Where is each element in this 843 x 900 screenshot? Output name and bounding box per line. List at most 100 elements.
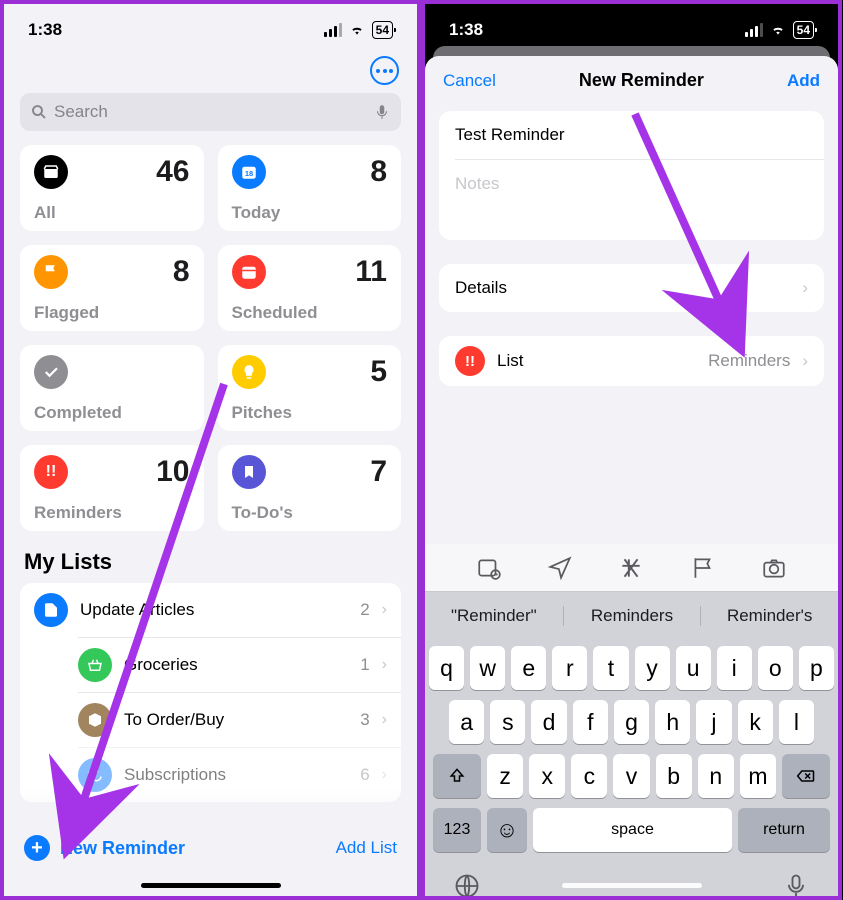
key-n[interactable]: n	[698, 754, 734, 798]
category-completed[interactable]: Completed	[20, 345, 204, 431]
keyboard: "Reminder" Reminders Reminder's q w e r …	[425, 544, 838, 896]
category-todos[interactable]: 7 To-Do's	[218, 445, 402, 531]
key-y[interactable]: y	[635, 646, 670, 690]
search-input[interactable]: Search	[20, 93, 401, 131]
key-e[interactable]: e	[511, 646, 546, 690]
my-lists-header: My Lists	[4, 531, 417, 583]
box-icon	[78, 703, 112, 737]
list-icon	[34, 593, 68, 627]
key-s[interactable]: s	[490, 700, 525, 744]
return-key[interactable]: return	[738, 808, 830, 852]
cell-signal-icon	[745, 23, 763, 37]
sheet-title: New Reminder	[579, 70, 704, 91]
battery-icon: 54	[793, 21, 814, 39]
key-x[interactable]: x	[529, 754, 565, 798]
key-k[interactable]: k	[738, 700, 773, 744]
location-icon[interactable]	[547, 555, 573, 581]
category-pitches[interactable]: 5 Pitches	[218, 345, 402, 431]
key-o[interactable]: o	[758, 646, 793, 690]
reminder-notes-input[interactable]: Notes	[439, 160, 824, 240]
globe-icon[interactable]	[453, 872, 481, 900]
key-u[interactable]: u	[676, 646, 711, 690]
key-w[interactable]: w	[470, 646, 505, 690]
svg-text:18: 18	[244, 169, 252, 178]
reminders-home-screen: 1:38 54 Search 46 All 188 Today 8 Flagge…	[0, 0, 421, 900]
cancel-button[interactable]: Cancel	[443, 71, 496, 91]
category-grid: 46 All 188 Today 8 Flagged 11 Scheduled …	[4, 145, 417, 531]
chevron-right-icon: ›	[382, 601, 387, 619]
key-t[interactable]: t	[593, 646, 628, 690]
quick-action-bar	[425, 544, 838, 592]
category-all[interactable]: 46 All	[20, 145, 204, 231]
search-placeholder: Search	[54, 102, 367, 122]
key-p[interactable]: p	[799, 646, 834, 690]
wifi-icon	[769, 23, 787, 37]
home-indicator[interactable]	[562, 883, 702, 888]
key-i[interactable]: i	[717, 646, 752, 690]
calendar-clock-icon[interactable]	[476, 555, 502, 581]
key-l[interactable]: l	[779, 700, 814, 744]
key-c[interactable]: c	[571, 754, 607, 798]
key-r[interactable]: r	[552, 646, 587, 690]
keyboard-row-1: q w e r t y u i o p	[429, 646, 834, 690]
new-reminder-sheet-screen: 1:38 54 Cancel New Reminder Add Test Rem…	[421, 0, 842, 900]
home-indicator[interactable]	[141, 883, 281, 888]
space-key[interactable]: space	[533, 808, 732, 852]
calendar-icon	[232, 255, 266, 289]
reminder-title-input[interactable]: Test Reminder	[439, 111, 824, 159]
shift-key[interactable]	[433, 754, 481, 798]
list-item[interactable]: Update Articles 2 ›	[20, 583, 401, 637]
category-today[interactable]: 188 Today	[218, 145, 402, 231]
basket-icon	[78, 648, 112, 682]
chevron-right-icon: ›	[382, 656, 387, 674]
key-q[interactable]: q	[429, 646, 464, 690]
key-m[interactable]: m	[740, 754, 776, 798]
list-select-row[interactable]: !! List Reminders ›	[439, 336, 824, 386]
keyboard-row-2: a s d f g h j k l	[429, 700, 834, 744]
category-flagged[interactable]: 8 Flagged	[20, 245, 204, 331]
cell-signal-icon	[324, 23, 342, 37]
list-item[interactable]: Subscriptions 6 ›	[78, 747, 401, 802]
category-reminders[interactable]: !!10 Reminders	[20, 445, 204, 531]
bookmark-icon	[232, 455, 266, 489]
more-options-button[interactable]	[370, 56, 399, 85]
suggestion[interactable]: "Reminder"	[425, 606, 563, 626]
add-list-button[interactable]: Add List	[336, 838, 397, 858]
add-button[interactable]: Add	[787, 71, 820, 91]
camera-icon[interactable]	[761, 555, 787, 581]
my-lists: Update Articles 2 › Groceries 1 › To Ord…	[20, 583, 401, 802]
calendar-today-icon: 18	[232, 155, 266, 189]
dictation-icon[interactable]	[782, 872, 810, 900]
list-item[interactable]: Groceries 1 ›	[78, 637, 401, 692]
details-row[interactable]: Details ›	[439, 264, 824, 312]
key-f[interactable]: f	[573, 700, 608, 744]
tray-icon	[34, 155, 68, 189]
key-a[interactable]: a	[449, 700, 484, 744]
backspace-key[interactable]	[782, 754, 830, 798]
key-b[interactable]: b	[656, 754, 692, 798]
emoji-key[interactable]: ☺	[487, 808, 527, 852]
title-notes-block: Test Reminder Notes	[439, 111, 824, 240]
key-j[interactable]: j	[696, 700, 731, 744]
key-d[interactable]: d	[531, 700, 566, 744]
key-g[interactable]: g	[614, 700, 649, 744]
text-suggestions: "Reminder" Reminders Reminder's	[425, 592, 838, 640]
tag-icon[interactable]	[618, 555, 644, 581]
keyboard-row-4: 123 ☺ space return	[429, 808, 834, 852]
flag-icon[interactable]	[690, 555, 716, 581]
checkmark-icon	[34, 355, 68, 389]
search-icon	[30, 103, 48, 121]
key-v[interactable]: v	[613, 754, 649, 798]
numbers-key[interactable]: 123	[433, 808, 481, 852]
category-scheduled[interactable]: 11 Scheduled	[218, 245, 402, 331]
suggestion[interactable]: Reminders	[563, 606, 701, 626]
new-reminder-button[interactable]: + New Reminder	[24, 835, 185, 861]
repeat-icon	[78, 758, 112, 792]
list-item[interactable]: To Order/Buy 3 ›	[78, 692, 401, 747]
dictation-icon[interactable]	[373, 103, 391, 121]
key-h[interactable]: h	[655, 700, 690, 744]
priority-icon: !!	[455, 346, 485, 376]
lightbulb-icon	[232, 355, 266, 389]
key-z[interactable]: z	[487, 754, 523, 798]
suggestion[interactable]: Reminder's	[700, 606, 838, 626]
